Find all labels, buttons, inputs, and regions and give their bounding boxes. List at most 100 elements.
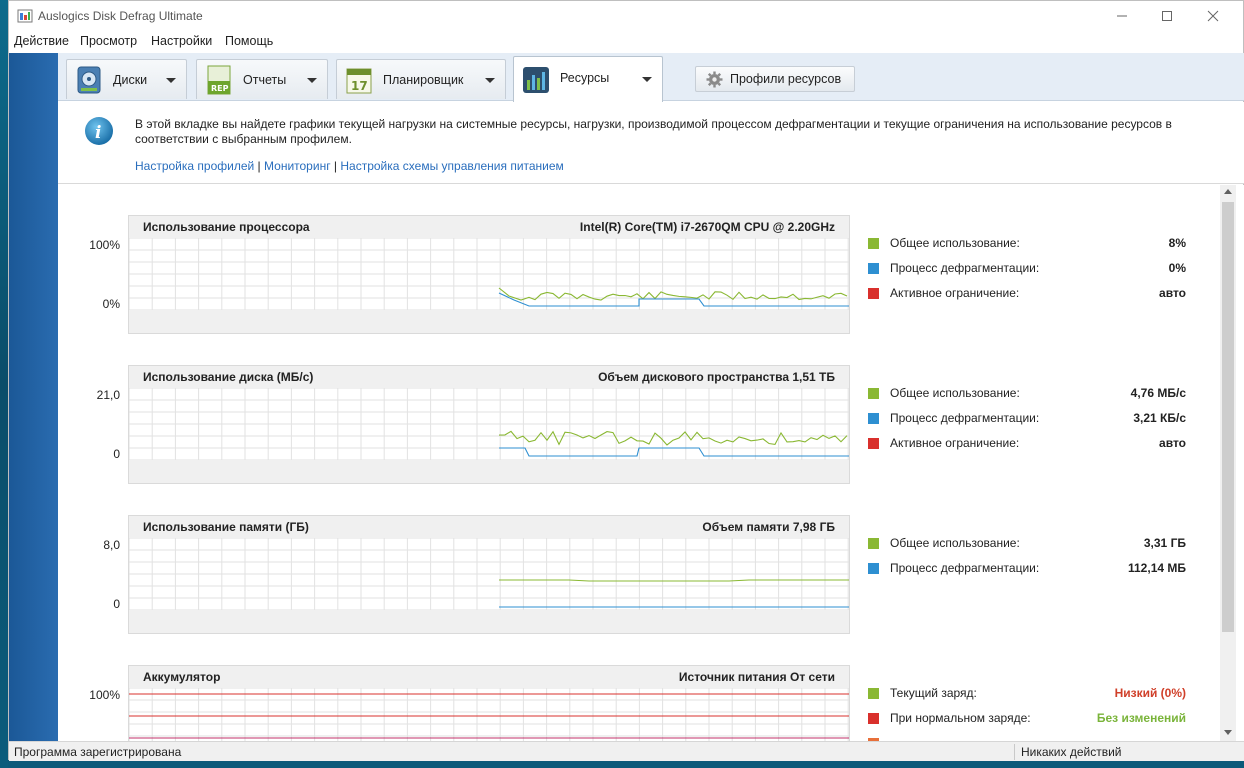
minimize-button[interactable] <box>1099 1 1145 31</box>
app-icon <box>17 9 33 23</box>
menu-view[interactable]: Просмотр <box>80 34 137 48</box>
status-activity: Никаких действий <box>1021 745 1122 759</box>
chevron-down-icon[interactable] <box>485 78 495 83</box>
disk-plot <box>129 388 849 460</box>
chevron-down-icon[interactable] <box>642 77 652 82</box>
blue-square-icon <box>868 563 879 574</box>
maximize-icon <box>1162 11 1172 21</box>
chart-subtitle: Intel(R) Core(TM) i7-2670QM CPU @ 2.20GH… <box>579 220 835 234</box>
memory-legend: Общее использование: 3,31 ГБ Процесс дефр… <box>868 536 1186 586</box>
y-axis-min: 0 <box>113 597 120 611</box>
svg-text:REP: REP <box>211 84 229 93</box>
chart-title: Использование процессора <box>143 220 310 234</box>
legend-row: Общее использование: 3,31 ГБ <box>868 536 1186 561</box>
tab-reports[interactable]: REP Отчеты <box>196 59 328 99</box>
scroll-thumb[interactable] <box>1222 202 1234 632</box>
app-window: Auslogics Disk Defrag Ultimate Действие … <box>8 0 1244 761</box>
chevron-down-icon[interactable] <box>307 78 317 83</box>
scroll-up-icon[interactable] <box>1224 189 1232 194</box>
svg-text:i: i <box>95 123 101 143</box>
legend-row: Процесс дефрагментации: 3,21 КБ/с <box>868 411 1186 436</box>
legend-row: При нормальном заряде: Без изменений <box>868 711 1186 736</box>
legend-row: Процесс дефрагментации: 112,14 МБ <box>868 561 1186 586</box>
link-monitoring[interactable]: Мониторинг <box>264 159 331 173</box>
tab-disks[interactable]: Диски <box>66 59 187 99</box>
scroll-down-icon[interactable] <box>1224 730 1232 735</box>
tab-resources[interactable]: Ресурсы <box>513 56 663 102</box>
y-axis-min: 0 <box>113 447 120 461</box>
menu-action[interactable]: Действие <box>14 34 69 48</box>
blue-square-icon <box>868 413 879 424</box>
series-defrag-line <box>498 292 849 307</box>
close-button[interactable] <box>1190 1 1236 31</box>
chart-subtitle: Источник питания От сети <box>678 670 835 684</box>
cpu-legend: Общее использование: 8% Процесс дефрагмен… <box>868 236 1186 311</box>
svg-text:17: 17 <box>351 79 368 93</box>
info-links: Настройка профилей | Мониторинг | Настро… <box>135 159 564 173</box>
chart-title: Использование памяти (ГБ) <box>143 520 309 534</box>
resource-profiles-button[interactable]: Профили ресурсов <box>695 66 855 92</box>
maximize-button[interactable] <box>1144 1 1190 31</box>
tab-scheduler[interactable]: 17 Планировщик <box>336 59 506 99</box>
series-total-line <box>498 430 848 446</box>
tab-scheduler-label: Планировщик <box>383 73 464 87</box>
red-square-icon <box>868 438 879 449</box>
legend-row: Процесс дефрагментации: 0% <box>868 261 1186 286</box>
legend-row: Текущий заряд: Низкий (0%) <box>868 686 1186 711</box>
resources-content: 100% 0% Использование процессора Intel(R… <box>58 185 1244 741</box>
report-icon: REP <box>207 65 231 95</box>
menu-settings[interactable]: Настройки <box>151 34 212 48</box>
tab-reports-label: Отчеты <box>243 73 287 87</box>
gear-icon <box>706 71 723 88</box>
resource-profiles-label: Профили ресурсов <box>730 72 842 86</box>
close-icon <box>1207 10 1219 22</box>
green-square-icon <box>868 388 879 399</box>
disk-chart: Использование диска (МБ/с) Объем дисково… <box>128 365 850 484</box>
info-icon: i <box>85 117 113 145</box>
y-axis-max: 100% <box>89 688 120 702</box>
series-total-line <box>499 579 849 582</box>
title-bar: Auslogics Disk Defrag Ultimate <box>9 1 1243 31</box>
link-power-scheme[interactable]: Настройка схемы управления питанием <box>340 159 563 173</box>
chart-title: Использование диска (МБ/с) <box>143 370 314 384</box>
green-square-icon <box>868 538 879 549</box>
desktop-background <box>0 0 8 768</box>
chart-title: Аккумулятор <box>143 670 221 684</box>
menu-help[interactable]: Помощь <box>225 34 273 48</box>
y-axis-min: 0% <box>102 297 120 311</box>
link-profile-settings[interactable]: Настройка профилей <box>135 159 254 173</box>
legend-row: Активное ограничение: авто <box>868 436 1186 461</box>
cpu-chart: Использование процессора Intel(R) Core(T… <box>128 215 850 334</box>
red-square-icon <box>868 288 879 299</box>
chevron-down-icon[interactable] <box>166 78 176 83</box>
legend-row: Общее использование: 8% <box>868 236 1186 261</box>
y-axis-max: 21,0 <box>96 388 120 402</box>
green-square-icon <box>868 688 879 699</box>
minimize-icon <box>1117 15 1127 17</box>
memory-chart: Использование памяти (ГБ) Объем памяти 7… <box>128 515 850 634</box>
disk-legend: Общее использование: 4,76 МБ/с Процесс де… <box>868 386 1186 461</box>
status-divider <box>1014 744 1015 760</box>
window-title: Auslogics Disk Defrag Ultimate <box>38 9 203 23</box>
memory-plot <box>129 538 849 610</box>
green-square-icon <box>868 238 879 249</box>
link-separator: | <box>330 159 341 173</box>
red-square-icon <box>868 713 879 724</box>
y-axis-max: 100% <box>89 238 120 252</box>
sidebar-panel <box>9 53 58 741</box>
tab-bar: Диски REP Отчеты 17 Планировщик Ресурсы … <box>58 53 1244 102</box>
battery-plot <box>129 688 849 741</box>
chart-subtitle: Объем памяти 7,98 ГБ <box>702 520 835 534</box>
y-axis-max: 8,0 <box>103 538 120 552</box>
vertical-scrollbar[interactable] <box>1220 185 1236 741</box>
menu-bar: Действие Просмотр Настройки Помощь <box>9 31 1243 53</box>
tab-disks-label: Диски <box>113 73 148 87</box>
status-registration: Программа зарегистрирована <box>14 745 182 759</box>
series-defrag-line <box>499 447 849 457</box>
tab-resources-label: Ресурсы <box>560 71 610 85</box>
resources-chart-icon <box>523 67 549 93</box>
battery-legend: Текущий заряд: Низкий (0%) При нормальном… <box>868 686 1186 741</box>
legend-row: Активное ограничение: авто <box>868 286 1186 311</box>
info-description: В этой вкладке вы найдете графики текуще… <box>135 117 1172 146</box>
chart-subtitle: Объем дискового пространства 1,51 ТБ <box>598 370 835 384</box>
